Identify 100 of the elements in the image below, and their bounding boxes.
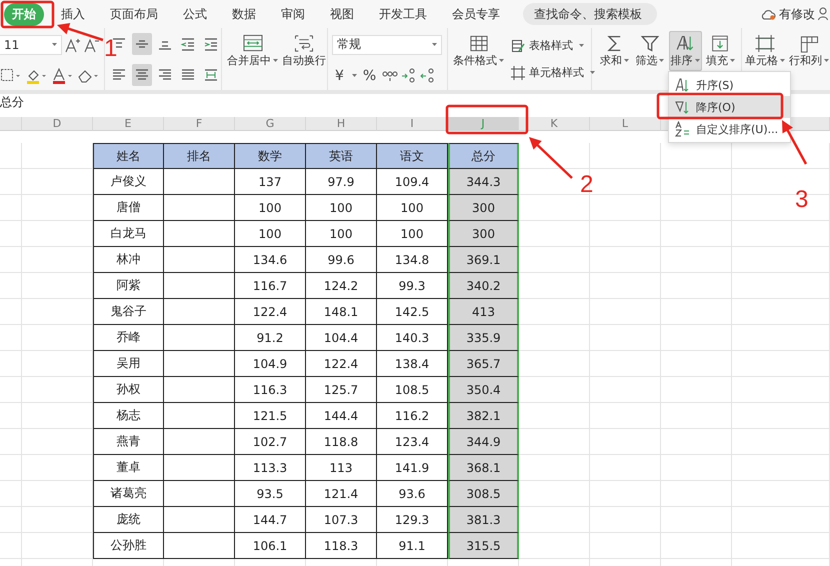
grid-cell[interactable]: [590, 221, 661, 247]
grid-cell[interactable]: [22, 429, 93, 455]
grid-cell[interactable]: [732, 403, 830, 429]
number-format-field[interactable]: 常规: [332, 34, 442, 54]
grid-cell[interactable]: [590, 351, 661, 377]
sort-menu-item[interactable]: 升序(S): [669, 74, 790, 96]
grid-cell[interactable]: [0, 481, 22, 507]
cell-style-button[interactable]: 单元格样式: [509, 63, 597, 82]
ribbon-tab[interactable]: 数据: [224, 2, 264, 26]
search-field[interactable]: 查找命令、搜索模板: [523, 3, 657, 25]
grid-cell[interactable]: [22, 247, 93, 273]
grid-cell[interactable]: [22, 455, 93, 481]
grid-cell[interactable]: [22, 481, 93, 507]
grid-cell[interactable]: [661, 507, 732, 533]
grid-cell[interactable]: [0, 143, 22, 169]
grid-cell[interactable]: [22, 169, 93, 195]
grid-cell[interactable]: [519, 299, 590, 325]
grid-cell[interactable]: [22, 273, 93, 299]
grid-cell[interactable]: [590, 299, 661, 325]
grid-cell[interactable]: [661, 403, 732, 429]
merge-center-button[interactable]: 合并居中: [226, 31, 279, 71]
fill-color-icon[interactable]: [26, 68, 46, 84]
grid-cell[interactable]: [0, 455, 22, 481]
grid-cell[interactable]: [519, 403, 590, 429]
column-header[interactable]: [0, 117, 22, 131]
border-icon[interactable]: [0, 68, 20, 84]
grid-cell[interactable]: [0, 325, 22, 351]
grid-cell[interactable]: [0, 299, 22, 325]
grid-cell[interactable]: [22, 299, 93, 325]
grid-cell[interactable]: [661, 221, 732, 247]
grid-cell[interactable]: [519, 273, 590, 299]
grid-cell[interactable]: [661, 195, 732, 221]
grid-cell[interactable]: [519, 429, 590, 455]
column-header[interactable]: L: [590, 117, 661, 131]
number-format-button[interactable]: ¥: [332, 68, 347, 84]
grid-cell[interactable]: [590, 325, 661, 351]
grid-cell[interactable]: [661, 169, 732, 195]
grid-cell[interactable]: [590, 533, 661, 559]
grid-cell[interactable]: [0, 221, 22, 247]
grid-cell[interactable]: [732, 325, 830, 351]
cell-button[interactable]: 单元格: [744, 31, 786, 71]
table-style-button[interactable]: 表格样式: [509, 36, 597, 55]
ribbon-tab[interactable]: 审阅: [273, 2, 313, 26]
grid-cell[interactable]: [0, 195, 22, 221]
grid-cell[interactable]: [22, 221, 93, 247]
sort-button[interactable]: 排序: [668, 31, 702, 71]
grid-cell[interactable]: [732, 299, 830, 325]
grid-cell[interactable]: [732, 247, 830, 273]
grid-cell[interactable]: [0, 507, 22, 533]
sort-menu-item[interactable]: 降序(O): [669, 96, 790, 118]
grid-cell[interactable]: [661, 247, 732, 273]
eraser-icon[interactable]: [78, 68, 98, 84]
filter-button[interactable]: 筛选: [633, 31, 666, 71]
grid-cell[interactable]: [22, 195, 93, 221]
ribbon-tab[interactable]: 会员专享: [444, 2, 508, 26]
column-header[interactable]: D: [22, 117, 93, 131]
grid-cell[interactable]: [0, 533, 22, 559]
grid-cell[interactable]: [732, 533, 830, 559]
grid-cell[interactable]: [732, 507, 830, 533]
grid-cell[interactable]: [590, 403, 661, 429]
grid-cell[interactable]: [22, 351, 93, 377]
grid-cell[interactable]: [732, 221, 830, 247]
sum-button[interactable]: 求和: [598, 31, 632, 71]
grid-cell[interactable]: [661, 273, 732, 299]
grid-cell[interactable]: [519, 481, 590, 507]
decimal-increase-icon[interactable]: [401, 68, 418, 84]
grid-cell[interactable]: [519, 247, 590, 273]
column-header[interactable]: K: [519, 117, 590, 131]
grid-cell[interactable]: [22, 377, 93, 403]
grid-cell[interactable]: [22, 533, 93, 559]
grid-cell[interactable]: [519, 533, 590, 559]
ribbon-tab[interactable]: 开发工具: [371, 2, 435, 26]
grid-cell[interactable]: [519, 325, 590, 351]
column-header[interactable]: I: [377, 117, 448, 131]
grid-cell[interactable]: [0, 429, 22, 455]
grid-cell[interactable]: [519, 195, 590, 221]
grid-cell[interactable]: [590, 507, 661, 533]
grid-cell[interactable]: [732, 429, 830, 455]
column-header[interactable]: G: [235, 117, 306, 131]
grid-cell[interactable]: [590, 455, 661, 481]
ribbon-tab[interactable]: 插入: [53, 2, 93, 26]
grid-cell[interactable]: [0, 169, 22, 195]
grid-cell[interactable]: [661, 533, 732, 559]
column-header[interactable]: H: [306, 117, 377, 131]
grid-cell[interactable]: [732, 351, 830, 377]
grid-cell[interactable]: [590, 377, 661, 403]
grid-cell[interactable]: [661, 455, 732, 481]
formula-bar-text[interactable]: 总分: [0, 94, 24, 111]
grid-cell[interactable]: [590, 273, 661, 299]
grid-cell[interactable]: [661, 351, 732, 377]
grid-cell[interactable]: [22, 325, 93, 351]
grid-cell[interactable]: [732, 273, 830, 299]
grid-cell[interactable]: [0, 247, 22, 273]
grid-cell[interactable]: [661, 429, 732, 455]
rows-columns-button[interactable]: 行和列: [788, 31, 830, 71]
grid-cell[interactable]: [661, 299, 732, 325]
grid-cell[interactable]: [590, 247, 661, 273]
number-format-button[interactable]: %: [360, 68, 380, 84]
grid-cell[interactable]: [519, 455, 590, 481]
grid-cell[interactable]: [590, 195, 661, 221]
